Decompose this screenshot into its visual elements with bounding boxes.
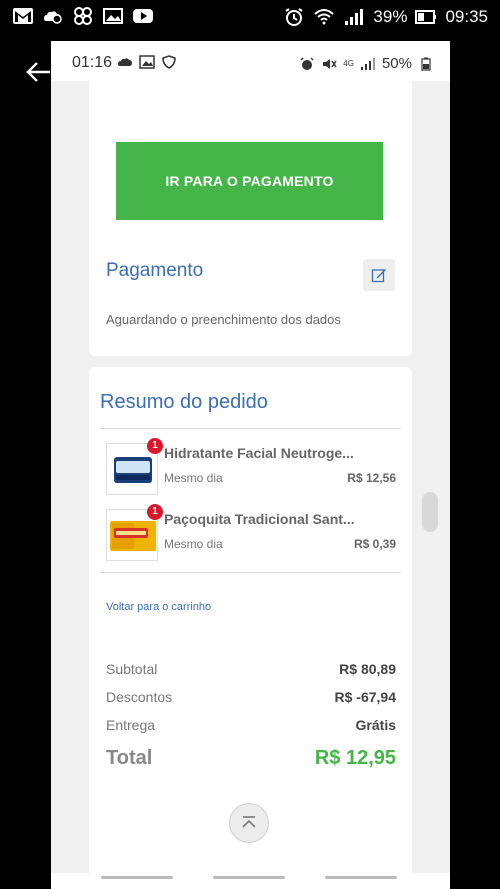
divider (100, 428, 401, 429)
quantity-badge: 1 (147, 438, 163, 454)
alarm-icon (299, 56, 315, 71)
signal-icon (360, 57, 376, 71)
chevron-up-icon (242, 816, 256, 828)
total-value: R$ 12,95 (314, 747, 396, 769)
weather-icon (117, 55, 133, 69)
pinwheel-icon (72, 6, 94, 26)
delivery-value: Grátis (355, 717, 396, 733)
arrow-left-icon (26, 62, 50, 82)
item-name: Paçoquita Tradicional Sant... (164, 511, 355, 527)
delivery-label: Entrega (106, 717, 156, 733)
inner-clock: 01:16 (72, 54, 113, 71)
scroll-to-top-button[interactable] (229, 803, 269, 843)
delivery-row: Entrega Grátis (106, 717, 396, 733)
edit-icon (371, 269, 386, 283)
discounts-value: R$ -67,94 (334, 689, 396, 705)
inner-screenshot: 01:16 4G 50% IR PARA O PAGAMENTO Pagamen… (51, 41, 450, 889)
payment-card: Pagamento Aguardando o preenchimento dos… (89, 242, 412, 356)
bottom-nav-indicators (51, 873, 450, 889)
item-name: Hidratante Facial Neutroge... (164, 445, 354, 461)
payment-status-text: Aguardando o preenchimento dos dados (106, 312, 341, 327)
quantity-badge: 1 (147, 504, 163, 520)
image-icon (139, 55, 155, 69)
battery-icon (415, 7, 437, 27)
go-to-payment-button[interactable]: IR PARA O PAGAMENTO (116, 142, 383, 220)
battery-icon (418, 57, 434, 71)
order-summary-title: Resumo do pedido (100, 391, 268, 413)
shield-icon (161, 55, 177, 69)
gmail-icon (12, 6, 34, 26)
image-icon (102, 6, 124, 26)
discounts-row: Descontos R$ -67,94 (106, 689, 396, 705)
item-price: R$ 12,56 (347, 471, 396, 485)
weather-icon (42, 6, 64, 26)
inner-status-bar: 01:16 4G 50% (51, 41, 450, 81)
outer-clock: 09:35 (445, 7, 488, 26)
order-item[interactable]: 1 Paçoquita Tradicional Sant... Mesmo di… (106, 504, 396, 563)
scrollbar-handle[interactable] (422, 492, 438, 532)
nav-indicator (101, 876, 173, 879)
item-delivery: Mesmo dia (164, 471, 223, 485)
alarm-icon (283, 7, 305, 27)
back-to-cart-link[interactable]: Voltar para o carrinho (106, 601, 211, 613)
subtotal-row: Subtotal R$ 80,89 (106, 661, 396, 677)
back-arrow-button[interactable] (24, 58, 54, 86)
edit-payment-button[interactable] (363, 259, 395, 291)
item-price: R$ 0,39 (353, 537, 396, 551)
subtotal-label: Subtotal (106, 661, 158, 677)
discounts-label: Descontos (106, 689, 173, 705)
outer-status-bar: 39% 09:35 (0, 0, 500, 36)
youtube-icon (132, 6, 154, 26)
inner-battery-percent: 50% (381, 55, 412, 72)
nav-indicator (325, 876, 397, 879)
payment-title: Pagamento (106, 260, 204, 281)
total-label: Total (106, 747, 153, 769)
divider (100, 572, 401, 573)
order-item[interactable]: 1 Hidratante Facial Neutroge... Mesmo di… (106, 438, 396, 497)
subtotal-value: R$ 80,89 (339, 661, 396, 677)
outer-battery-percent: 39% (373, 7, 408, 26)
order-summary-card: Resumo do pedido 1 Hidratante Facial Neu… (89, 367, 412, 889)
item-delivery: Mesmo dia (164, 537, 223, 551)
network-type: 4G (343, 59, 354, 68)
checkout-card: IR PARA O PAGAMENTO (89, 81, 412, 265)
mute-icon (321, 57, 337, 71)
signal-icon (343, 7, 365, 27)
nav-indicator (213, 876, 285, 879)
wifi-icon (313, 7, 335, 27)
